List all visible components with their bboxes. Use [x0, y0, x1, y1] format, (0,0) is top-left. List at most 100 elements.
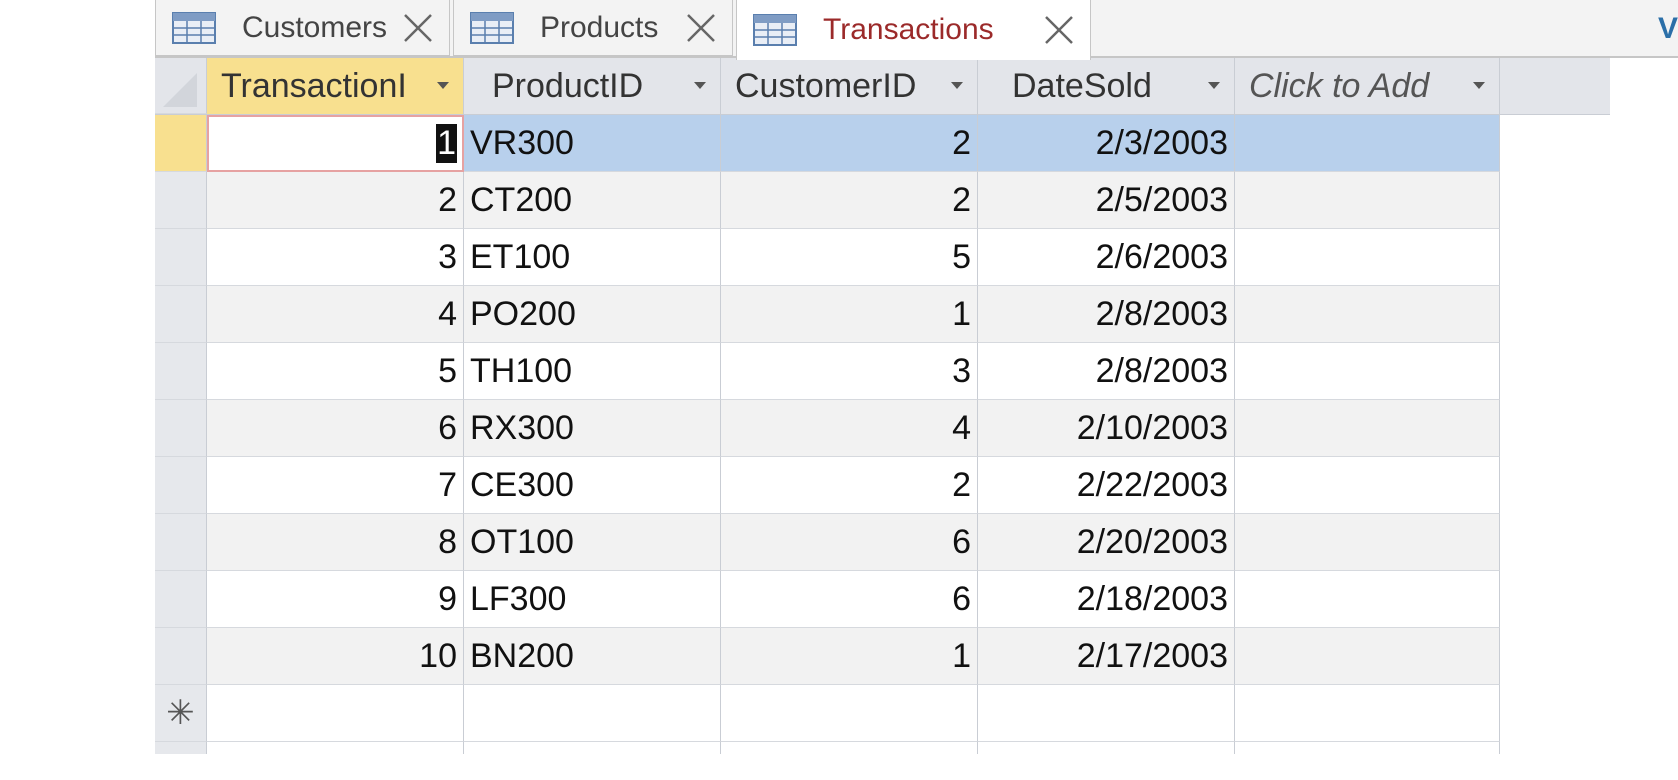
cell-transaction-id[interactable]: 2 — [207, 172, 464, 229]
column-header-transactionid[interactable]: TransactionI — [207, 58, 464, 114]
table-row[interactable]: 10 BN200 1 2/17/2003 — [155, 628, 1610, 685]
cell-date-sold[interactable]: 2/17/2003 — [978, 628, 1235, 685]
new-record-cell[interactable] — [464, 685, 721, 742]
cell-transaction-id[interactable]: 9 — [207, 571, 464, 628]
cell-click-to-add[interactable] — [1235, 457, 1500, 514]
cell-transaction-id[interactable]: 8 — [207, 514, 464, 571]
cell-product-id[interactable]: CT200 — [464, 172, 721, 229]
cell-product-id[interactable]: PO200 — [464, 286, 721, 343]
record-selector[interactable] — [155, 172, 207, 229]
table-row[interactable]: 8 OT100 6 2/20/2003 — [155, 514, 1610, 571]
cell-date-sold[interactable]: 2/3/2003 — [978, 115, 1235, 172]
cell-customer-id[interactable]: 6 — [721, 571, 978, 628]
cell-date-sold[interactable]: 2/18/2003 — [978, 571, 1235, 628]
cell-transaction-id[interactable]: 10 — [207, 628, 464, 685]
cell-click-to-add[interactable] — [1235, 400, 1500, 457]
cell-click-to-add[interactable] — [1235, 115, 1500, 172]
tab-products[interactable]: Products — [453, 0, 733, 56]
cell-product-id[interactable]: ET100 — [464, 229, 721, 286]
cell-transaction-id[interactable]: 6 — [207, 400, 464, 457]
cell-customer-id[interactable]: 3 — [721, 343, 978, 400]
cell-date-sold[interactable]: 2/10/2003 — [978, 400, 1235, 457]
column-header-datesold[interactable]: DateSold — [978, 58, 1235, 114]
cell-product-id[interactable]: CE300 — [464, 457, 721, 514]
table-row[interactable]: 2 CT200 2 2/5/2003 — [155, 172, 1610, 229]
table-row[interactable]: 3 ET100 5 2/6/2003 — [155, 229, 1610, 286]
cell-transaction-id[interactable]: 1 — [207, 115, 464, 172]
new-record-cell[interactable] — [207, 685, 464, 742]
cell-click-to-add[interactable] — [1235, 229, 1500, 286]
record-selector[interactable] — [155, 400, 207, 457]
table-row[interactable]: 7 CE300 2 2/22/2003 — [155, 457, 1610, 514]
cell-value: 6 — [438, 408, 457, 447]
cell-transaction-id[interactable]: 5 — [207, 343, 464, 400]
table-row[interactable]: 5 TH100 3 2/8/2003 — [155, 343, 1610, 400]
cell-date-sold[interactable]: 2/8/2003 — [978, 343, 1235, 400]
record-selector[interactable] — [155, 571, 207, 628]
tab-customers[interactable]: Customers — [155, 0, 450, 56]
table-row[interactable]: 4 PO200 1 2/8/2003 — [155, 286, 1610, 343]
close-icon[interactable] — [684, 11, 718, 45]
cell-customer-id[interactable]: 2 — [721, 172, 978, 229]
cell-date-sold[interactable]: 2/22/2003 — [978, 457, 1235, 514]
cell-date-sold[interactable]: 2/20/2003 — [978, 514, 1235, 571]
cell-transaction-id[interactable]: 3 — [207, 229, 464, 286]
dropdown-arrow-icon[interactable] — [694, 82, 706, 89]
record-selector[interactable] — [155, 286, 207, 343]
column-header-productid[interactable]: ProductID — [464, 58, 721, 114]
column-header-customerid[interactable]: CustomerID — [721, 58, 978, 114]
cell-date-sold[interactable]: 2/6/2003 — [978, 229, 1235, 286]
cell-value: 2/6/2003 — [1095, 237, 1228, 276]
cell-product-id[interactable]: BN200 — [464, 628, 721, 685]
record-selector[interactable] — [155, 115, 207, 172]
cell-product-id[interactable]: LF300 — [464, 571, 721, 628]
select-all-corner[interactable] — [155, 58, 207, 114]
new-record-cell[interactable] — [1235, 685, 1500, 742]
cell-product-id[interactable]: VR300 — [464, 115, 721, 172]
grid-edge-cell — [978, 742, 1235, 754]
cell-customer-id[interactable]: 2 — [721, 115, 978, 172]
cell-click-to-add[interactable] — [1235, 286, 1500, 343]
cell-customer-id[interactable]: 5 — [721, 229, 978, 286]
record-selector[interactable] — [155, 343, 207, 400]
table-row[interactable]: 1 VR300 2 2/3/2003 — [155, 115, 1610, 172]
dropdown-arrow-icon[interactable] — [1208, 82, 1220, 89]
record-selector[interactable] — [155, 229, 207, 286]
cell-click-to-add[interactable] — [1235, 571, 1500, 628]
table-row[interactable]: 6 RX300 4 2/10/2003 — [155, 400, 1610, 457]
new-record-row[interactable]: ✳ — [155, 685, 1610, 742]
new-record-cell[interactable] — [978, 685, 1235, 742]
close-icon[interactable] — [401, 11, 435, 45]
column-header-click-to-add[interactable]: Click to Add — [1235, 58, 1500, 114]
record-selector[interactable] — [155, 457, 207, 514]
cell-customer-id[interactable]: 6 — [721, 514, 978, 571]
new-record-cell[interactable] — [721, 685, 978, 742]
close-icon[interactable] — [1042, 13, 1076, 47]
cell-customer-id[interactable]: 1 — [721, 628, 978, 685]
record-selector[interactable] — [155, 514, 207, 571]
cell-product-id[interactable]: TH100 — [464, 343, 721, 400]
dropdown-arrow-icon[interactable] — [951, 82, 963, 89]
table-row[interactable]: 9 LF300 6 2/18/2003 — [155, 571, 1610, 628]
cell-date-sold[interactable]: 2/5/2003 — [978, 172, 1235, 229]
cell-product-id[interactable]: RX300 — [464, 400, 721, 457]
cell-customer-id[interactable]: 2 — [721, 457, 978, 514]
cell-click-to-add[interactable] — [1235, 514, 1500, 571]
cell-value: 2/5/2003 — [1095, 180, 1228, 219]
cell-click-to-add[interactable] — [1235, 172, 1500, 229]
new-record-selector[interactable]: ✳ — [155, 685, 207, 742]
cell-product-id[interactable]: OT100 — [464, 514, 721, 571]
cell-date-sold[interactable]: 2/8/2003 — [978, 286, 1235, 343]
tab-transactions[interactable]: Transactions — [736, 0, 1091, 60]
cell-click-to-add[interactable] — [1235, 343, 1500, 400]
dropdown-arrow-icon[interactable] — [1473, 82, 1485, 89]
cell-transaction-id[interactable]: 4 — [207, 286, 464, 343]
cell-value: LF300 — [470, 579, 567, 618]
cell-customer-id[interactable]: 4 — [721, 400, 978, 457]
dropdown-arrow-icon[interactable] — [437, 82, 449, 89]
record-selector[interactable] — [155, 628, 207, 685]
cell-customer-id[interactable]: 1 — [721, 286, 978, 343]
cell-click-to-add[interactable] — [1235, 628, 1500, 685]
cell-value: RX300 — [470, 408, 574, 447]
cell-transaction-id[interactable]: 7 — [207, 457, 464, 514]
